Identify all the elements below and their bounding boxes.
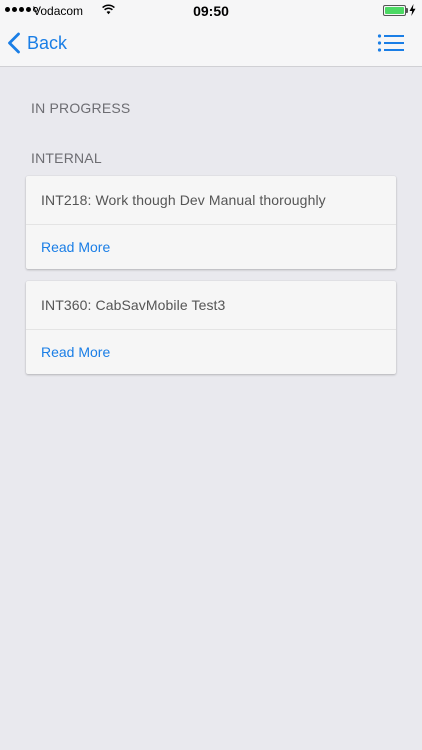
list-menu-icon[interactable] [377,33,405,53]
section-header-in-progress: IN PROGRESS [31,100,131,116]
battery-level [385,7,404,14]
task-title: INT218: Work though Dev Manual thoroughl… [26,176,396,225]
task-card: INT218: Work though Dev Manual thoroughl… [26,176,396,269]
back-chevron-icon [8,32,20,54]
task-card: INT360: CabSavMobile Test3 Read More [26,281,396,374]
read-more-link[interactable]: Read More [26,225,396,269]
back-label: Back [27,32,68,53]
status-time: 09:50 [193,3,229,19]
section-header-internal: INTERNAL [31,150,102,166]
charging-bolt-icon [409,4,416,16]
status-bar: Vodacom 09:50 [0,0,422,22]
battery-icon [383,5,406,16]
task-title: INT360: CabSavMobile Test3 [26,281,396,330]
back-button[interactable]: Back [7,30,67,56]
read-more-link[interactable]: Read More [26,330,396,374]
